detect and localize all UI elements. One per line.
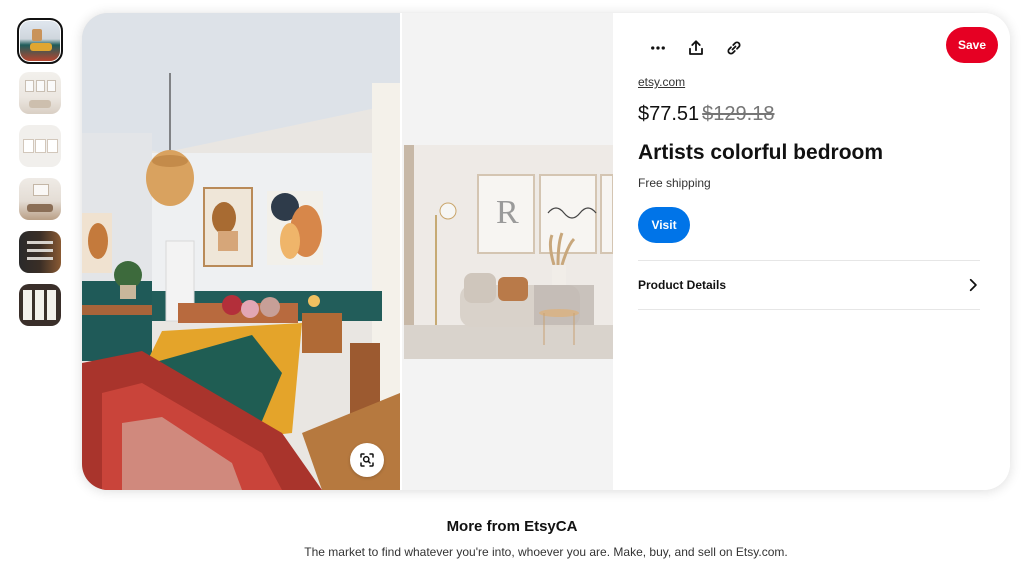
thumb-mockups[interactable] [19, 284, 61, 326]
thumbnail-rail [17, 18, 63, 337]
more-from-prefix: More from [446, 518, 520, 535]
chevron-right-icon [969, 278, 977, 292]
more-from-name[interactable]: EtsyCA [524, 518, 577, 535]
share-button[interactable] [683, 35, 709, 61]
thumb-dark-sign[interactable] [19, 231, 61, 273]
thumb-bedroom[interactable] [17, 18, 63, 64]
secondary-image-area: R [402, 13, 613, 490]
pin-detail-panel: Save etsy.com $77.51 $129.18 Artists colo… [613, 13, 1010, 490]
lens-scan-icon [360, 453, 374, 467]
visual-search-button[interactable] [350, 443, 384, 477]
link-icon [727, 41, 741, 55]
price: $77.51 $129.18 [638, 103, 774, 126]
store-description: The market to find whatever you're into,… [304, 545, 788, 559]
pin-actions [645, 35, 747, 61]
bedroom-illustration [82, 13, 400, 490]
original-price: $129.18 [702, 103, 775, 125]
thumb-prints-frames[interactable] [19, 125, 61, 167]
share-upload-icon [689, 40, 703, 55]
current-price: $77.51 [638, 103, 700, 125]
product-details-label: Product Details [638, 278, 727, 292]
thumb-prints-wall[interactable] [19, 72, 61, 114]
main-pin-image[interactable] [82, 13, 400, 490]
more-from-heading: More from EtsyCA [0, 518, 1024, 535]
more-horizontal-icon [651, 46, 665, 50]
copy-link-button[interactable] [721, 35, 747, 61]
svg-text:R: R [496, 194, 519, 231]
divider [638, 309, 980, 310]
visit-button[interactable]: Visit [638, 207, 690, 243]
save-button[interactable]: Save [946, 27, 998, 63]
more-options-button[interactable] [645, 35, 671, 61]
source-link[interactable]: etsy.com [638, 75, 685, 89]
shipping-info: Free shipping [638, 176, 711, 190]
living-room-illustration: R [404, 145, 613, 359]
pin-title: Artists colorful bedroom [638, 141, 884, 164]
pin-card: R Save etsy.com $77.51 $129.18 Artists c… [82, 13, 1010, 490]
product-details-toggle[interactable]: Product Details [638, 261, 980, 309]
secondary-pin-image[interactable]: R [404, 145, 613, 359]
thumb-living-room[interactable] [19, 178, 61, 220]
